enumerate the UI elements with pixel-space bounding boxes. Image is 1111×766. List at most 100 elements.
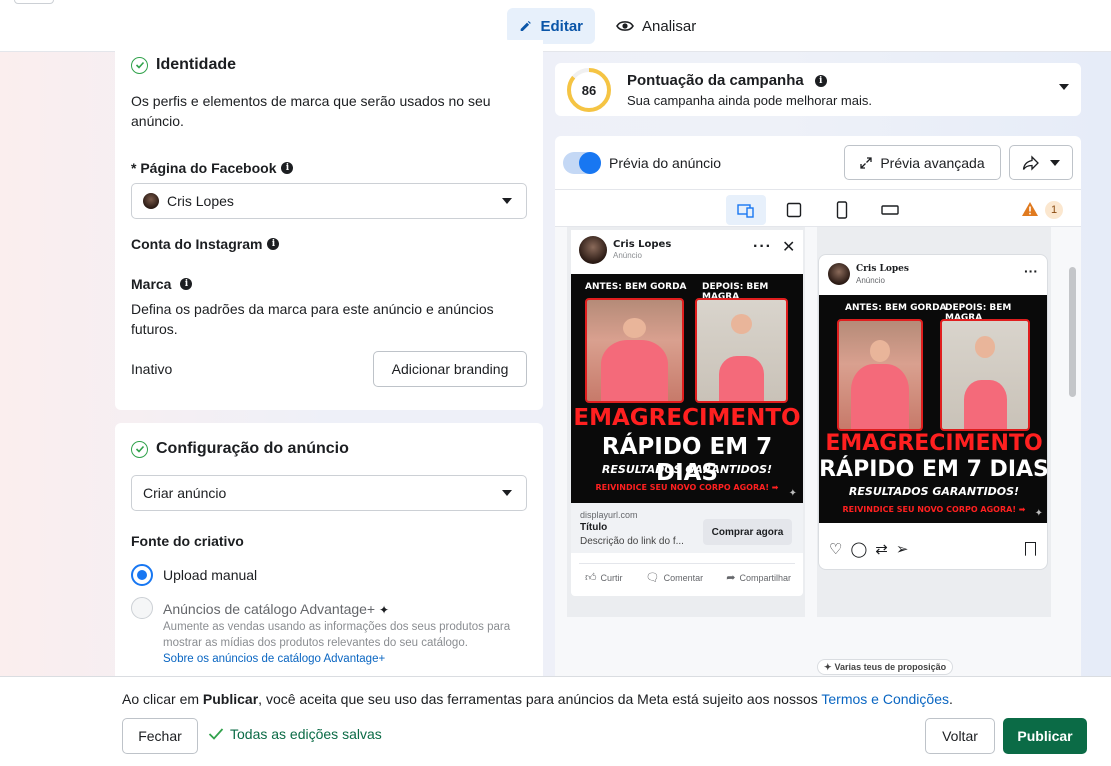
ad-config-card: Configuração do anúncio Criar anúncio Fo… — [115, 423, 543, 683]
score-title-text: Pontuação da campanha — [627, 72, 804, 89]
thumbs-up-icon: 👍︎ — [585, 572, 597, 584]
before-photo — [837, 319, 923, 431]
bookmark-icon[interactable] — [1025, 542, 1036, 556]
avatar — [579, 236, 607, 264]
check-circle-icon — [131, 440, 148, 458]
facebook-page-label-text: * Página do Facebook — [131, 160, 277, 176]
fb-link-area[interactable]: displayurl.com Título Descrição do link … — [571, 503, 803, 553]
ig-actions: ♡ ◯ ⇄ ➢ — [829, 540, 908, 558]
score-subtitle: Sua campanha ainda pode melhorar mais. — [627, 93, 872, 108]
more-icon[interactable]: ··· — [1024, 263, 1038, 279]
close-icon[interactable]: ✕ — [782, 237, 795, 257]
headline-3: RESULTADOS GARANTIDOS! — [601, 463, 773, 476]
score-title: Pontuação da campanha i — [627, 72, 827, 89]
info-icon[interactable]: i — [814, 74, 827, 87]
instagram-ad-card: Cris Lopes Anúncio ··· ANTES: BEM GORDA … — [818, 254, 1048, 570]
ad-config-value: Criar anúncio — [143, 485, 227, 501]
ig-page-name: Cris Lopes — [856, 264, 909, 274]
sparkle-icon: ✦ — [824, 661, 832, 672]
top-left-button[interactable] — [14, 0, 54, 4]
publish-button[interactable]: Publicar — [1003, 718, 1087, 754]
fb-ad-image: ANTES: BEM GORDA DEPOIS: BEM MAGRA EMAGR… — [571, 274, 803, 503]
headline-1: EMAGRECIMENTO — [825, 431, 1043, 456]
back-button[interactable]: Voltar — [925, 718, 995, 754]
more-hint-label: Varias teus de proposição — [834, 662, 947, 672]
advanced-preview-button[interactable]: Prévia avançada — [844, 145, 1001, 180]
info-icon[interactable]: i — [267, 238, 280, 250]
comment-icon: 🗨︎ — [645, 572, 660, 584]
brand-status: Inativo — [131, 361, 173, 377]
score-value: 86 — [581, 83, 597, 98]
ig-ad-image: ANTES: BEM GORDA DEPOIS: BEM MAGRA EMAGR… — [819, 295, 1048, 523]
share-label: Compartilhar — [739, 572, 791, 583]
catalog-link[interactable]: Sobre os anúncios de catálogo Advantage+ — [163, 653, 385, 665]
ig-sponsored: Anúncio — [856, 276, 885, 285]
after-photo — [695, 298, 788, 403]
terms-text-middle: , você aceita que seu uso das ferramenta… — [258, 691, 822, 707]
like-label: Curtir — [600, 572, 623, 583]
more-icon[interactable]: ··· — [753, 238, 772, 256]
terms-notice: Ao clicar em Publicar, você aceita que s… — [122, 691, 953, 707]
share-icon: ➦ — [726, 572, 736, 584]
mobile-icon[interactable] — [822, 195, 862, 225]
warning-icon[interactable] — [1021, 201, 1039, 217]
add-branding-button[interactable]: Adicionar branding — [373, 351, 527, 387]
before-label: ANTES: BEM GORDA — [585, 282, 687, 292]
radio-catalog[interactable] — [131, 597, 153, 619]
fb-cta-button[interactable]: Comprar agora — [703, 519, 792, 545]
preview-toggle[interactable] — [563, 152, 601, 174]
terms-text-bold: Publicar — [202, 691, 259, 707]
ad-config-select[interactable]: Criar anúncio — [131, 475, 527, 511]
chevron-down-icon — [502, 490, 512, 496]
share-dropdown-button[interactable] — [1009, 145, 1073, 180]
ad-config-header: Configuração do anúncio — [131, 440, 349, 458]
comment-button[interactable]: 🗨︎ Comentar — [646, 571, 703, 584]
terms-link[interactable]: Termos e Condições — [821, 691, 949, 707]
creative-source-label: Fonte do criativo — [131, 533, 244, 549]
divider — [555, 189, 1081, 190]
eye-icon — [616, 21, 634, 31]
like-button[interactable]: 👍︎ Curtir — [585, 571, 623, 584]
tab-edit-label: Editar — [540, 17, 583, 35]
info-icon[interactable]: i — [180, 278, 193, 290]
avatar — [828, 263, 850, 285]
chevron-down-icon[interactable] — [1059, 84, 1069, 90]
tablet-icon[interactable] — [774, 195, 814, 225]
tab-edit[interactable]: Editar — [507, 8, 595, 44]
close-button[interactable]: Fechar — [122, 718, 198, 754]
info-icon[interactable]: i — [281, 162, 294, 174]
catalog-label-text: Anúncios de catálogo Advantage+ — [163, 601, 376, 617]
after-photo — [940, 319, 1030, 431]
instagram-label: Conta do Instagram i — [131, 236, 280, 252]
headline-2: RÁPIDO EM 7 DIAS — [819, 457, 1048, 482]
terms-text-prefix: Ao clicar em — [122, 691, 203, 707]
tab-analyze-label: Analisar — [642, 17, 697, 35]
preview-toggle-label: Prévia do anúncio — [609, 155, 722, 171]
ad-preview-panel: Prévia do anúncio Prévia avançada 1 Cris… — [555, 136, 1081, 682]
share-button[interactable]: ➦ Compartilhar — [726, 571, 791, 584]
more-hint-chip[interactable]: ✦ Varias teus de proposição — [817, 659, 954, 675]
instagram-preview-column: Cris Lopes Anúncio ··· ANTES: BEM GORDA … — [817, 227, 1051, 617]
heart-icon[interactable]: ♡ — [829, 540, 842, 558]
check-circle-icon — [131, 56, 148, 74]
pencil-icon — [520, 20, 531, 32]
scrollbar[interactable] — [1069, 267, 1076, 397]
saved-status-label: Todas as edições salvas — [230, 726, 382, 742]
desktop-icon[interactable] — [870, 195, 910, 225]
chevron-down-icon — [502, 198, 512, 204]
catalog-description: Aumente as vendas usando as informações … — [163, 621, 511, 649]
radio-upload-manual[interactable] — [131, 564, 153, 586]
campaign-score-card: 86 Pontuação da campanha i Sua campanha … — [555, 63, 1081, 116]
before-label: ANTES: BEM GORDA — [845, 303, 947, 313]
brand-label-text: Marca — [131, 276, 172, 292]
tab-analyze[interactable]: Analisar — [604, 8, 714, 44]
facebook-page-select[interactable]: Cris Lopes — [131, 183, 527, 219]
comment-icon[interactable]: ◯ — [850, 540, 867, 558]
saved-status: Todas as edições salvas — [208, 726, 382, 742]
headline-4: REIVINDICE SEU NOVO CORPO AGORA! ➡ — [842, 505, 1026, 514]
repost-icon[interactable]: ⇄ — [875, 540, 888, 558]
headline-2: RÁPIDO EM 7 DIAS — [601, 434, 773, 486]
multi-device-icon[interactable] — [726, 195, 766, 225]
send-icon[interactable]: ➢ — [896, 540, 909, 558]
share-arrow-icon — [1022, 154, 1039, 171]
